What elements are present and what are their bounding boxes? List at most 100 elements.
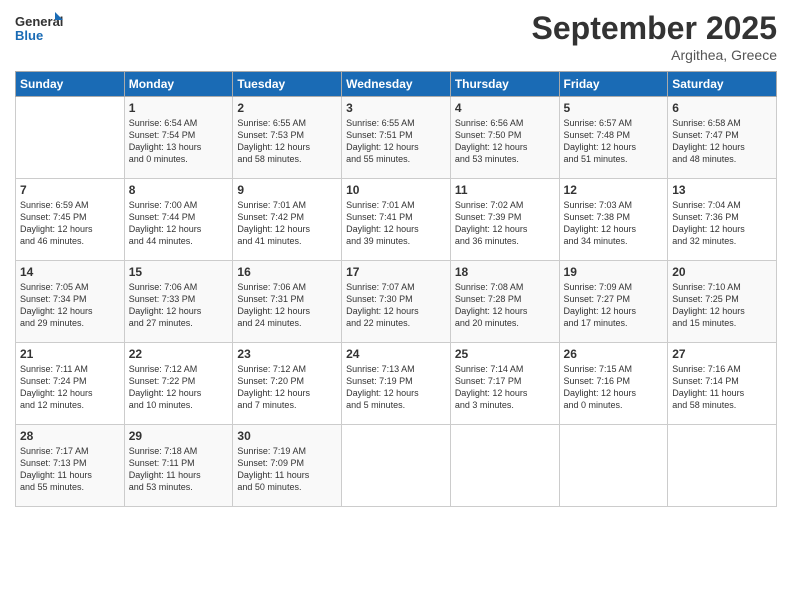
col-header-thursday: Thursday (450, 72, 559, 97)
day-cell: 14 Sunrise: 7:05 AMSunset: 7:34 PMDayligh… (16, 261, 125, 343)
day-cell: 30 Sunrise: 7:19 AMSunset: 7:09 PMDayligh… (233, 425, 342, 507)
day-info: Sunrise: 7:14 AMSunset: 7:17 PMDaylight:… (455, 363, 555, 412)
day-info: Sunrise: 7:02 AMSunset: 7:39 PMDaylight:… (455, 199, 555, 248)
week-row-4: 21 Sunrise: 7:11 AMSunset: 7:24 PMDayligh… (16, 343, 777, 425)
day-cell: 5 Sunrise: 6:57 AMSunset: 7:48 PMDaylight… (559, 97, 668, 179)
day-cell: 8 Sunrise: 7:00 AMSunset: 7:44 PMDaylight… (124, 179, 233, 261)
day-number: 17 (346, 265, 446, 279)
month-title: September 2025 (532, 10, 777, 47)
location-subtitle: Argithea, Greece (532, 47, 777, 63)
day-number: 26 (564, 347, 664, 361)
week-row-5: 28Sunrise: 7:17 AMSunset: 7:13 PMDayligh… (16, 425, 777, 507)
day-info: Sunrise: 7:06 AMSunset: 7:31 PMDaylight:… (237, 281, 337, 330)
day-cell: 9 Sunrise: 7:01 AMSunset: 7:42 PMDaylight… (233, 179, 342, 261)
day-cell (559, 425, 668, 507)
day-cell: 25 Sunrise: 7:14 AMSunset: 7:17 PMDayligh… (450, 343, 559, 425)
day-number: 21 (20, 347, 120, 361)
day-cell: 27 Sunrise: 7:16 AMSunset: 7:14 PMDayligh… (668, 343, 777, 425)
day-number: 3 (346, 101, 446, 115)
day-number: 9 (237, 183, 337, 197)
col-header-tuesday: Tuesday (233, 72, 342, 97)
day-cell: 1 Sunrise: 6:54 AMSunset: 7:54 PMDaylight… (124, 97, 233, 179)
day-cell: 15 Sunrise: 7:06 AMSunset: 7:33 PMDayligh… (124, 261, 233, 343)
day-number: 14 (20, 265, 120, 279)
day-info: Sunrise: 7:12 AMSunset: 7:20 PMDaylight:… (237, 363, 337, 412)
day-cell: 12Sunrise: 7:03 AMSunset: 7:38 PMDayligh… (559, 179, 668, 261)
day-cell (16, 97, 125, 179)
day-number: 12 (564, 183, 664, 197)
week-row-2: 7Sunrise: 6:59 AMSunset: 7:45 PMDaylight… (16, 179, 777, 261)
day-info: Sunrise: 7:09 AMSunset: 7:27 PMDaylight:… (564, 281, 664, 330)
title-block: September 2025 Argithea, Greece (532, 10, 777, 63)
day-cell: 18Sunrise: 7:08 AMSunset: 7:28 PMDayligh… (450, 261, 559, 343)
day-info: Sunrise: 6:54 AMSunset: 7:54 PMDaylight:… (129, 117, 229, 166)
day-cell (450, 425, 559, 507)
day-number: 13 (672, 183, 772, 197)
day-info: Sunrise: 6:57 AMSunset: 7:48 PMDaylight:… (564, 117, 664, 166)
day-cell: 13Sunrise: 7:04 AMSunset: 7:36 PMDayligh… (668, 179, 777, 261)
day-info: Sunrise: 7:11 AMSunset: 7:24 PMDaylight:… (20, 363, 120, 412)
day-number: 22 (129, 347, 229, 361)
day-info: Sunrise: 7:15 AMSunset: 7:16 PMDaylight:… (564, 363, 664, 412)
day-info: Sunrise: 7:13 AMSunset: 7:19 PMDaylight:… (346, 363, 446, 412)
day-cell: 19 Sunrise: 7:09 AMSunset: 7:27 PMDayligh… (559, 261, 668, 343)
day-cell: 3 Sunrise: 6:55 AMSunset: 7:51 PMDaylight… (342, 97, 451, 179)
day-info: Sunrise: 6:58 AMSunset: 7:47 PMDaylight:… (672, 117, 772, 166)
day-cell: 22 Sunrise: 7:12 AMSunset: 7:22 PMDayligh… (124, 343, 233, 425)
day-info: Sunrise: 7:01 AMSunset: 7:41 PMDaylight:… (346, 199, 446, 248)
svg-text:Blue: Blue (15, 28, 43, 43)
day-cell: 4 Sunrise: 6:56 AMSunset: 7:50 PMDaylight… (450, 97, 559, 179)
day-cell: 2Sunrise: 6:55 AMSunset: 7:53 PMDaylight… (233, 97, 342, 179)
calendar-table: SundayMondayTuesdayWednesdayThursdayFrid… (15, 71, 777, 507)
day-number: 27 (672, 347, 772, 361)
day-number: 5 (564, 101, 664, 115)
day-cell: 21 Sunrise: 7:11 AMSunset: 7:24 PMDayligh… (16, 343, 125, 425)
col-header-monday: Monday (124, 72, 233, 97)
day-info: Sunrise: 7:12 AMSunset: 7:22 PMDaylight:… (129, 363, 229, 412)
day-number: 19 (564, 265, 664, 279)
logo-svg: General Blue (15, 10, 65, 48)
day-number: 24 (346, 347, 446, 361)
day-info: Sunrise: 6:59 AMSunset: 7:45 PMDaylight:… (20, 199, 120, 248)
day-info: Sunrise: 6:56 AMSunset: 7:50 PMDaylight:… (455, 117, 555, 166)
day-number: 30 (237, 429, 337, 443)
day-number: 8 (129, 183, 229, 197)
day-cell (342, 425, 451, 507)
day-number: 20 (672, 265, 772, 279)
day-cell: 23Sunrise: 7:12 AMSunset: 7:20 PMDayligh… (233, 343, 342, 425)
day-info: Sunrise: 6:55 AMSunset: 7:51 PMDaylight:… (346, 117, 446, 166)
day-info: Sunrise: 7:06 AMSunset: 7:33 PMDaylight:… (129, 281, 229, 330)
day-number: 4 (455, 101, 555, 115)
day-info: Sunrise: 7:19 AMSunset: 7:09 PMDaylight:… (237, 445, 337, 494)
day-info: Sunrise: 7:07 AMSunset: 7:30 PMDaylight:… (346, 281, 446, 330)
day-info: Sunrise: 6:55 AMSunset: 7:53 PMDaylight:… (237, 117, 337, 166)
col-header-wednesday: Wednesday (342, 72, 451, 97)
day-cell: 7Sunrise: 6:59 AMSunset: 7:45 PMDaylight… (16, 179, 125, 261)
day-number: 10 (346, 183, 446, 197)
day-number: 16 (237, 265, 337, 279)
day-cell: 16 Sunrise: 7:06 AMSunset: 7:31 PMDayligh… (233, 261, 342, 343)
week-row-3: 14 Sunrise: 7:05 AMSunset: 7:34 PMDayligh… (16, 261, 777, 343)
day-info: Sunrise: 7:01 AMSunset: 7:42 PMDaylight:… (237, 199, 337, 248)
day-number: 28 (20, 429, 120, 443)
col-header-sunday: Sunday (16, 72, 125, 97)
logo: General Blue (15, 10, 65, 48)
page-header: General Blue September 2025 Argithea, Gr… (15, 10, 777, 63)
day-cell: 29Sunrise: 7:18 AMSunset: 7:11 PMDayligh… (124, 425, 233, 507)
day-number: 15 (129, 265, 229, 279)
col-header-saturday: Saturday (668, 72, 777, 97)
day-number: 18 (455, 265, 555, 279)
day-cell: 24 Sunrise: 7:13 AMSunset: 7:19 PMDayligh… (342, 343, 451, 425)
day-number: 11 (455, 183, 555, 197)
day-info: Sunrise: 7:16 AMSunset: 7:14 PMDaylight:… (672, 363, 772, 412)
day-number: 25 (455, 347, 555, 361)
day-cell: 10 Sunrise: 7:01 AMSunset: 7:41 PMDayligh… (342, 179, 451, 261)
day-number: 6 (672, 101, 772, 115)
day-cell (668, 425, 777, 507)
day-info: Sunrise: 7:00 AMSunset: 7:44 PMDaylight:… (129, 199, 229, 248)
day-cell: 11 Sunrise: 7:02 AMSunset: 7:39 PMDayligh… (450, 179, 559, 261)
day-cell: 28Sunrise: 7:17 AMSunset: 7:13 PMDayligh… (16, 425, 125, 507)
day-info: Sunrise: 7:10 AMSunset: 7:25 PMDaylight:… (672, 281, 772, 330)
day-info: Sunrise: 7:05 AMSunset: 7:34 PMDaylight:… (20, 281, 120, 330)
day-number: 1 (129, 101, 229, 115)
